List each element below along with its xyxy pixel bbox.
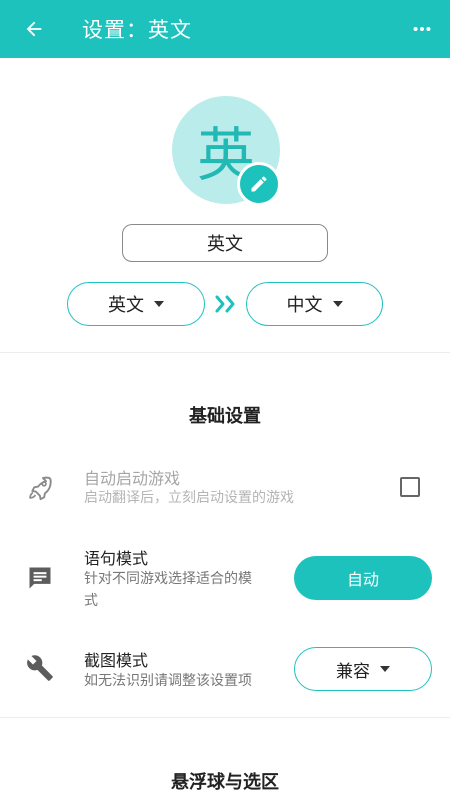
- rocket-icon: [29, 476, 52, 501]
- back-button[interactable]: [18, 13, 50, 45]
- section-title-basic: 基础设置: [189, 406, 261, 427]
- target-language-dropdown[interactable]: 中文: [246, 282, 383, 326]
- divider: [0, 352, 450, 353]
- sentence-mode-title: 语句模式: [84, 549, 149, 568]
- target-language-label: 中文: [286, 295, 323, 316]
- more-options-button[interactable]: [406, 13, 438, 45]
- message-icon: [29, 567, 51, 589]
- arrow-left-icon: [26, 21, 42, 37]
- pencil-icon: [251, 176, 267, 192]
- auto-start-checkbox[interactable]: [400, 477, 420, 497]
- caret-down-icon: [332, 301, 343, 307]
- profile-name-field[interactable]: 英文: [122, 224, 328, 262]
- screenshot-mode-value: 兼容: [336, 661, 370, 682]
- sentence-mode-subtitle-line1: 针对不同游戏选择适合的模: [84, 571, 252, 587]
- auto-start-subtitle: 启动翻译后，立刻启动设置的游戏: [84, 490, 294, 506]
- source-language-dropdown[interactable]: 英文: [67, 282, 205, 326]
- caret-down-icon: [380, 666, 390, 672]
- source-language-label: 英文: [108, 295, 144, 316]
- app-bar: 设置：英文: [0, 0, 450, 58]
- screenshot-mode-dropdown[interactable]: 兼容: [294, 647, 432, 691]
- sentence-mode-button[interactable]: 自动: [294, 556, 432, 600]
- section-title-float: 悬浮球与选区: [171, 772, 279, 793]
- sentence-mode-subtitle-line2: 式: [84, 593, 98, 609]
- edit-avatar-button[interactable]: [237, 162, 281, 206]
- wrench-icon: [27, 655, 53, 681]
- page-title: 设置：英文: [82, 18, 192, 42]
- caret-down-icon: [154, 301, 164, 307]
- auto-start-title: 自动启动游戏: [84, 469, 181, 488]
- divider: [0, 717, 450, 718]
- double-chevron-right-icon: [215, 295, 235, 313]
- screenshot-mode-subtitle: 如无法识别请调整该设置项: [84, 673, 252, 689]
- more-horizontal-icon: [413, 26, 431, 32]
- screenshot-mode-title: 截图模式: [84, 651, 149, 670]
